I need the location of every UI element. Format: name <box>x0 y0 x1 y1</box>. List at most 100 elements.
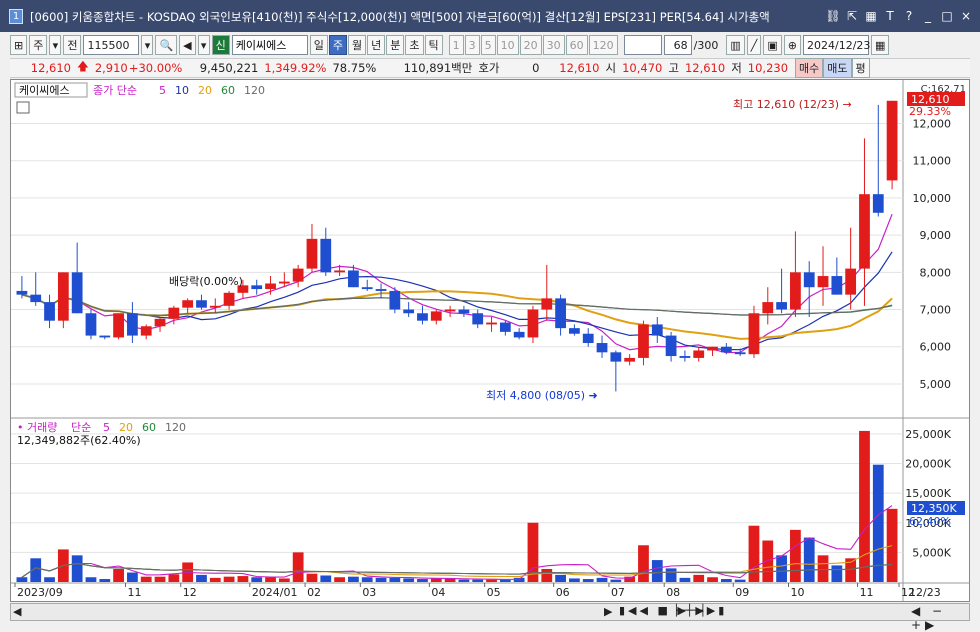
interval-select[interactable] <box>623 35 662 55</box>
quote-bar: 12,610 🡅 2,910 +30.00% 9,450,221 1,349.9… <box>10 58 970 78</box>
interval-button[interactable]: 5 <box>480 35 496 55</box>
minimize-icon[interactable]: _ <box>920 8 936 24</box>
speaker-icon[interactable]: ◀ <box>179 35 196 55</box>
volume-bar <box>707 577 718 582</box>
chevron-down-icon[interactable]: ▾ <box>49 35 62 55</box>
price-axis-tick: 9,000 <box>920 229 952 242</box>
period-tab[interactable]: 일 <box>309 35 328 55</box>
candle-body <box>748 313 760 355</box>
sell-button[interactable]: 매도 <box>823 58 852 78</box>
period-tab[interactable]: 틱 <box>424 35 443 55</box>
candle-body <box>486 322 497 325</box>
zoom-buttons[interactable]: ◀ − +▶ <box>911 604 969 632</box>
period-tab[interactable]: 분 <box>386 35 405 55</box>
drawline-icon[interactable]: ╱ <box>746 35 762 55</box>
count-input[interactable]: 68 <box>663 35 692 55</box>
period-tab[interactable]: 초 <box>405 35 424 55</box>
candle-body <box>886 100 898 181</box>
x-axis-tick: 2024/01 <box>252 586 298 599</box>
trade-volume: 9,450,221 <box>199 61 259 75</box>
volume-bar <box>610 579 622 582</box>
volume-bar <box>513 577 525 582</box>
zoom-slider[interactable]: ├─┼─┤ <box>673 604 706 617</box>
candle-icon[interactable]: ▥ <box>726 35 745 55</box>
stock-chart-svg[interactable]: 5,000 6,000 7,000 8,000 9,000 10,000 11,000 12,… <box>11 80 969 601</box>
code-dropdown-icon[interactable]: ▾ <box>141 35 154 55</box>
interval-button[interactable]: 3 <box>464 35 480 55</box>
open-price: 10,470 <box>622 61 663 75</box>
volume-bar <box>361 577 373 582</box>
chart-area[interactable]: 5,000 6,000 7,000 8,000 9,000 10,000 11,000 12,… <box>10 79 970 602</box>
main-toolbar: ⊞ 주 ▾ 전 115500 ▾ 🔍 ◀ ▾ 신 케이씨에스 일주월년분초틱 1… <box>10 34 970 56</box>
interval-button[interactable]: 1 <box>448 35 464 55</box>
volume-bar <box>638 545 649 582</box>
candle-body <box>762 302 774 314</box>
candle-body <box>334 270 345 273</box>
volume-bar <box>127 572 138 582</box>
volume-bar <box>265 577 276 582</box>
interval-button[interactable]: 30 <box>542 35 565 55</box>
candle-body <box>361 287 373 290</box>
x-axis-tick: 05 <box>487 586 501 599</box>
stock-code-input[interactable]: 115500 <box>83 35 140 55</box>
volume-bar <box>486 579 497 582</box>
candle-body <box>693 350 705 358</box>
x-axis-tick: 11 <box>860 586 874 599</box>
volume-bar <box>375 577 387 582</box>
pin-icon[interactable]: ⇱ <box>844 8 860 24</box>
high-note: 최고 12,610 (12/23) → <box>733 98 852 111</box>
interval-button[interactable]: 20 <box>519 35 542 55</box>
volume-bar <box>85 577 97 582</box>
period-tab[interactable]: 년 <box>367 35 386 55</box>
x-axis-tick: 03 <box>362 586 376 599</box>
volume-bar <box>886 508 898 582</box>
buy-button[interactable]: 매수 <box>795 58 824 78</box>
scroll-left-icon[interactable]: ◀ <box>13 605 21 618</box>
volume-bar <box>306 573 318 582</box>
volume-bar <box>693 574 705 582</box>
close-icon[interactable]: × <box>958 8 974 24</box>
candle-body <box>320 238 332 273</box>
candle-body <box>375 289 387 291</box>
volume-bar <box>555 574 566 582</box>
low-price: 10,230 <box>747 61 789 75</box>
interval-button[interactable]: 120 <box>588 35 618 55</box>
volume-bar <box>458 579 470 582</box>
candle-body <box>472 313 484 325</box>
tooltip-icon[interactable]: T <box>882 8 898 24</box>
prev-button[interactable]: 전 <box>63 35 82 55</box>
candle-body <box>265 283 276 290</box>
open-label: 시 <box>605 61 617 75</box>
period-tab[interactable]: 주 <box>328 35 348 55</box>
volume-bar <box>99 579 111 582</box>
volume-bar <box>430 578 442 582</box>
flat-button[interactable]: 평 <box>851 58 870 78</box>
help-icon[interactable]: ? <box>901 8 917 24</box>
scroll-right-icon[interactable]: ▶ <box>604 605 612 618</box>
speaker-dropdown-icon[interactable]: ▾ <box>197 35 210 55</box>
trade-amount: 110,891백만 <box>403 61 473 75</box>
layout-icon[interactable]: ⊞ <box>10 35 28 55</box>
window-title: [0600] 키움종합차트 - KOSDAQ 외국인보유[410(천)] 주식수… <box>30 10 770 24</box>
interval-button[interactable]: 10 <box>496 35 519 55</box>
tile-icon[interactable]: ▦ <box>863 8 879 24</box>
maximize-icon[interactable]: □ <box>939 8 955 24</box>
save-icon[interactable]: ▣ <box>763 35 782 55</box>
volume-bar <box>872 464 884 582</box>
volume-value: 12,349,882주(62.40%) <box>17 434 141 447</box>
period-tab[interactable]: 월 <box>348 35 367 55</box>
calendar-icon[interactable]: ▦ <box>871 35 890 55</box>
candle-body <box>720 346 732 353</box>
period-select[interactable]: 주 <box>29 35 48 55</box>
volume-axis-tick: 25,000K <box>905 428 951 441</box>
link-icon[interactable]: ⛓ <box>825 8 841 24</box>
volume-bar <box>292 552 304 582</box>
volume-legend-ma: 60 <box>142 421 156 434</box>
date-input[interactable]: 2024/12/23 <box>803 35 870 55</box>
interval-button[interactable]: 60 <box>565 35 588 55</box>
candle-body <box>16 290 28 295</box>
search-icon[interactable]: 🔍 <box>155 35 178 55</box>
chart-scrollbar[interactable]: ◀ ▶ ▮◀◀ ■ ▶ ▶▶▮ ├─┼─┤ ◀ − +▶ <box>10 603 970 632</box>
volume-axis-tick: 5,000K <box>912 546 951 559</box>
crosshair-icon[interactable]: ⊕ <box>783 35 801 55</box>
